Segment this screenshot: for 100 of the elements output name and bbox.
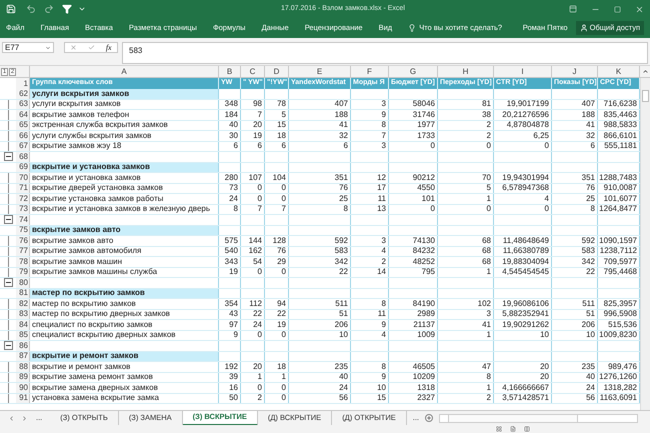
column-header[interactable]: D: [265, 66, 289, 77]
table-cell: 40: [289, 372, 351, 382]
filter-icon[interactable]: [62, 4, 72, 14]
table-cell: 354: [219, 299, 241, 308]
table-cell: 4,166666667: [494, 383, 552, 392]
table-cell: 1733: [389, 131, 438, 140]
table-cell: 98: [241, 100, 265, 109]
table-cell: 1977: [389, 120, 438, 130]
column-header[interactable]: E: [289, 66, 351, 77]
collapse-button[interactable]: [4, 278, 12, 288]
table-cell: 2: [241, 394, 265, 403]
row-number: 62: [16, 89, 30, 98]
table-cell: 184: [219, 110, 241, 120]
table-cell: 5,882352941: [494, 310, 552, 319]
column-header[interactable]: I: [494, 66, 552, 77]
save-icon[interactable]: [6, 4, 16, 14]
column-header[interactable]: F: [351, 66, 389, 77]
table-cell: 39: [219, 372, 241, 382]
row-number: 88: [16, 362, 30, 372]
table-cell: 43: [219, 310, 241, 319]
table-cell: 8: [289, 204, 351, 214]
page-layout-icon[interactable]: [510, 426, 516, 432]
table-cell: 1318: [389, 383, 438, 392]
table-cell: 22: [241, 310, 265, 319]
table-cell: 1: [438, 383, 494, 392]
undo-icon[interactable]: [26, 4, 36, 14]
column-header[interactable]: H: [438, 66, 494, 77]
normal-view-icon[interactable]: [496, 426, 502, 432]
table-cell: 20: [494, 362, 552, 372]
table-cell: 30: [219, 131, 241, 140]
name-box[interactable]: E77: [2, 42, 54, 53]
table-cell: 162: [241, 246, 265, 256]
table-cell: 10: [494, 330, 552, 340]
maximize-icon[interactable]: [614, 6, 621, 12]
redo-icon[interactable]: [44, 4, 54, 14]
cancel-icon[interactable]: [70, 44, 78, 51]
table-cell: 3: [351, 236, 389, 246]
table-cell: 0: [389, 204, 438, 214]
enter-icon[interactable]: [88, 44, 96, 51]
page-break-view-icon[interactable]: [524, 426, 530, 432]
table-cell: вскрытие установка замков работы: [30, 194, 219, 204]
table-cell: 0: [265, 394, 289, 403]
table-cell: 38: [438, 110, 494, 120]
close-icon[interactable]: [635, 4, 644, 14]
table-cell: 4550: [389, 184, 438, 193]
table-cell: 0: [241, 383, 265, 392]
table-cell: 1: [438, 268, 494, 277]
row-number: 78: [16, 257, 30, 266]
scroll-left-icon[interactable]: [8, 414, 15, 422]
table-cell: 20: [241, 362, 265, 372]
table-cell: 9: [219, 330, 241, 340]
collapse-button[interactable]: [4, 152, 12, 162]
table-cell: 46505: [389, 362, 438, 372]
row-number: 90: [16, 383, 30, 392]
table-cell: 19: [241, 131, 265, 140]
scroll-up-icon[interactable]: [642, 68, 648, 75]
collapse-button[interactable]: [4, 341, 12, 350]
table-cell: 70: [438, 173, 494, 182]
table-cell: 97: [219, 320, 241, 330]
table-cell: 0: [389, 142, 438, 151]
table-cell: экстренная служба вскрытия замков: [30, 120, 219, 130]
table-cell: вскрытие дверей установка замков: [30, 184, 219, 193]
table-cell: 10: [552, 330, 598, 340]
collapse-button[interactable]: [4, 215, 12, 224]
table-cell: 0: [438, 204, 494, 214]
table-cell: 84190: [389, 299, 438, 308]
table-cell: 0: [241, 330, 265, 340]
table-cell: 0: [241, 184, 265, 193]
horizontal-scrollbar[interactable]: [439, 414, 638, 422]
ribbon-display-icon[interactable]: [569, 5, 577, 13]
caret-icon[interactable]: [78, 5, 86, 13]
table-cell: услуги вскрытия замков: [30, 100, 219, 109]
column-header[interactable]: K: [598, 66, 640, 77]
table-cell: услуги службы вскрытия замков: [30, 131, 219, 140]
table-cell: 0: [494, 142, 552, 151]
column-header[interactable]: A: [30, 66, 219, 77]
table-cell: 575: [219, 236, 241, 246]
table-cell: 22: [552, 268, 598, 277]
table-cell: 84232: [389, 246, 438, 256]
table-cell: 6,25: [494, 131, 552, 140]
table-cell: 0: [241, 194, 265, 204]
column-header[interactable]: G: [389, 66, 438, 77]
table-cell: 32: [289, 131, 351, 140]
table-cell: 351: [552, 173, 598, 182]
table-cell: 24: [552, 383, 598, 392]
scroll-right-icon[interactable]: [21, 414, 28, 422]
insert-function-button[interactable]: fx: [106, 42, 112, 54]
table-cell: 4: [351, 246, 389, 256]
column-header[interactable]: C: [241, 66, 265, 77]
table-cell: 20: [241, 120, 265, 130]
table-cell: 6: [265, 142, 289, 151]
table-cell: 19,90291262: [494, 320, 552, 330]
table-cell: 540: [219, 246, 241, 256]
column-header[interactable]: J: [552, 66, 598, 77]
add-sheet-icon[interactable]: [425, 414, 434, 422]
table-cell: 19,96086106: [494, 299, 552, 308]
formula-field[interactable]: 583: [122, 42, 648, 64]
table-cell: 8: [219, 204, 241, 214]
row-number: 1: [16, 78, 30, 89]
column-header[interactable]: B: [219, 66, 241, 77]
